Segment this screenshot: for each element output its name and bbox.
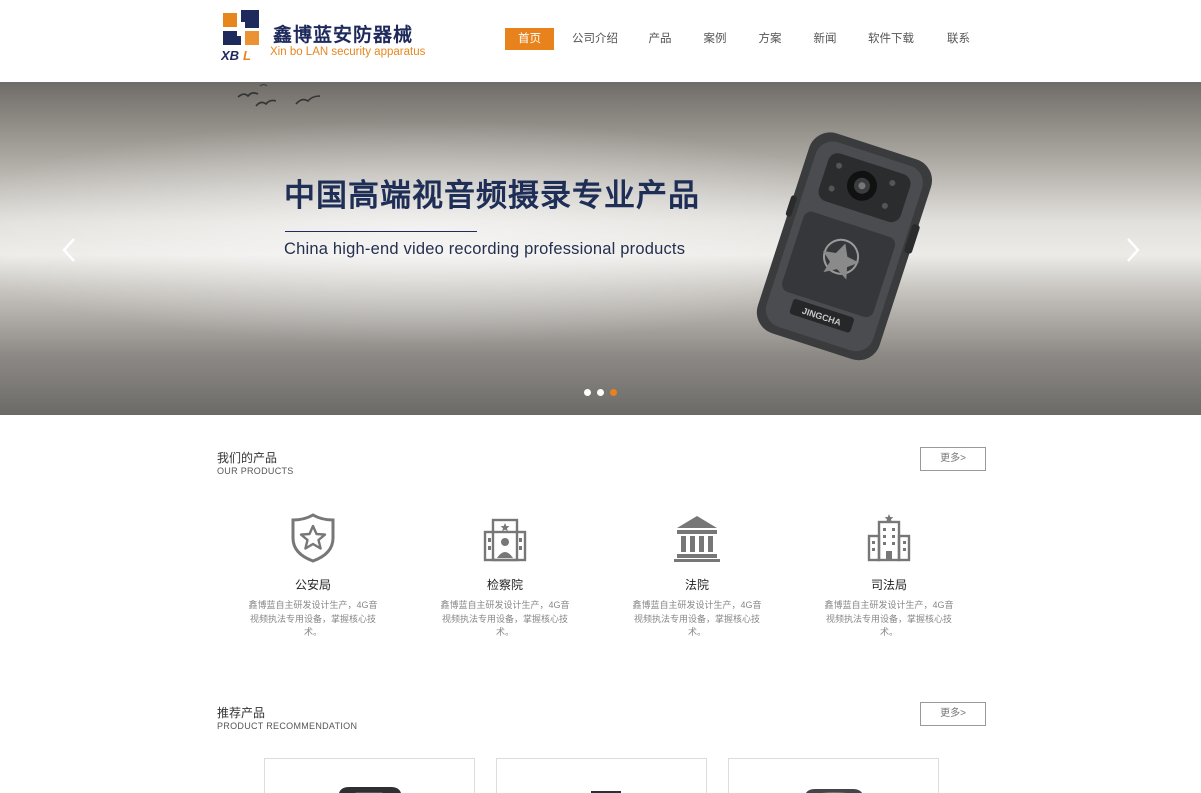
- svg-text:XB: XB: [221, 48, 239, 62]
- product-desc: 鑫博蓝自主研发设计生产，4G音视频执法专用设备，掌握核心技术。: [824, 600, 954, 637]
- recommend-product-card[interactable]: [496, 758, 707, 793]
- brand-logo[interactable]: XB L 鑫博蓝安防器械 Xin bo LAN security apparat…: [221, 10, 425, 66]
- justice-bureau-building-icon: [867, 514, 911, 562]
- slide-dot-3[interactable]: [610, 389, 617, 396]
- procuratorate-building-icon: [483, 518, 527, 562]
- hero-banner: 中国高端视音频摄录专业产品 China high-end video recor…: [0, 82, 1201, 415]
- slide-indicators: [584, 389, 617, 396]
- nav-item-products[interactable]: 产品: [636, 28, 684, 50]
- recommend-section-title: 推荐产品: [217, 706, 266, 720]
- nav-item-software-download[interactable]: 软件下载: [856, 28, 926, 50]
- product-card-court[interactable]: 法院 鑫博蓝自主研发设计生产，4G音视频执法专用设备，掌握核心技术。: [617, 512, 777, 640]
- slide-dot-2[interactable]: [597, 389, 604, 396]
- products-section-title: 我们的产品: [217, 451, 278, 465]
- product-name: 司法局: [870, 578, 907, 592]
- nav-item-home[interactable]: 首页: [505, 28, 554, 50]
- recommend-product-card[interactable]: [264, 758, 475, 793]
- product-card-justice-bureau[interactable]: 司法局 鑫博蓝自主研发设计生产，4G音视频执法专用设备，掌握核心技术。: [809, 512, 969, 640]
- banner-next-button[interactable]: [1122, 235, 1142, 265]
- product-thumbnail: [339, 787, 401, 793]
- xbl-logo-icon: XB L: [221, 10, 259, 62]
- product-desc: 鑫博蓝自主研发设计生产，4G音视频执法专用设备，掌握核心技术。: [632, 600, 762, 637]
- product-card-police[interactable]: 公安局 鑫博蓝自主研发设计生产，4G音视频执法专用设备，掌握核心技术。: [233, 512, 393, 640]
- product-desc: 鑫博蓝自主研发设计生产，4G音视频执法专用设备，掌握核心技术。: [248, 600, 378, 637]
- product-name: 检察院: [486, 578, 523, 592]
- product-thumbnail: [591, 791, 621, 793]
- main-nav: 首页 公司介绍 产品 案例 方案 新闻 软件下载 联系: [505, 28, 970, 50]
- police-shield-icon: [291, 513, 335, 563]
- banner-subtitle: China high-end video recording professio…: [284, 240, 686, 258]
- site-header: XB L 鑫博蓝安防器械 Xin bo LAN security apparat…: [0, 0, 1201, 82]
- banner-divider: [285, 231, 477, 232]
- body-camera-image: JINGCHA: [756, 132, 933, 361]
- courthouse-icon: [674, 516, 720, 562]
- product-name: 公安局: [294, 578, 331, 592]
- products-more-button[interactable]: 更多>: [920, 447, 986, 471]
- brand-name-cn: 鑫博蓝安防器械: [273, 24, 414, 46]
- recommend-more-button[interactable]: 更多>: [920, 702, 986, 726]
- product-thumbnail: [805, 789, 863, 793]
- nav-item-news[interactable]: 新闻: [794, 28, 856, 50]
- nav-item-solutions[interactable]: 方案: [746, 28, 794, 50]
- nav-item-cases[interactable]: 案例: [684, 28, 746, 50]
- banner-prev-button[interactable]: [60, 235, 80, 265]
- product-name: 法院: [684, 578, 709, 592]
- nav-item-about[interactable]: 公司介绍: [554, 28, 636, 50]
- birds-decoration: [237, 83, 321, 107]
- nav-item-contact[interactable]: 联系: [947, 28, 970, 50]
- banner-title: 中国高端视音频摄录专业产品: [284, 178, 700, 214]
- svg-text:L: L: [243, 48, 251, 62]
- chevron-left-icon: [62, 238, 75, 262]
- product-desc: 鑫博蓝自主研发设计生产，4G音视频执法专用设备，掌握核心技术。: [440, 600, 570, 637]
- product-card-procuratorate[interactable]: 检察院 鑫博蓝自主研发设计生产，4G音视频执法专用设备，掌握核心技术。: [425, 512, 585, 640]
- recommend-section-subtitle: PRODUCT RECOMMENDATION: [217, 721, 358, 731]
- brand-name-en: Xin bo LAN security apparatus: [270, 46, 426, 58]
- recommend-product-card[interactable]: [728, 758, 939, 793]
- chevron-right-icon: [1127, 238, 1140, 262]
- slide-dot-1[interactable]: [584, 389, 591, 396]
- products-section-subtitle: OUR PRODUCTS: [217, 466, 294, 476]
